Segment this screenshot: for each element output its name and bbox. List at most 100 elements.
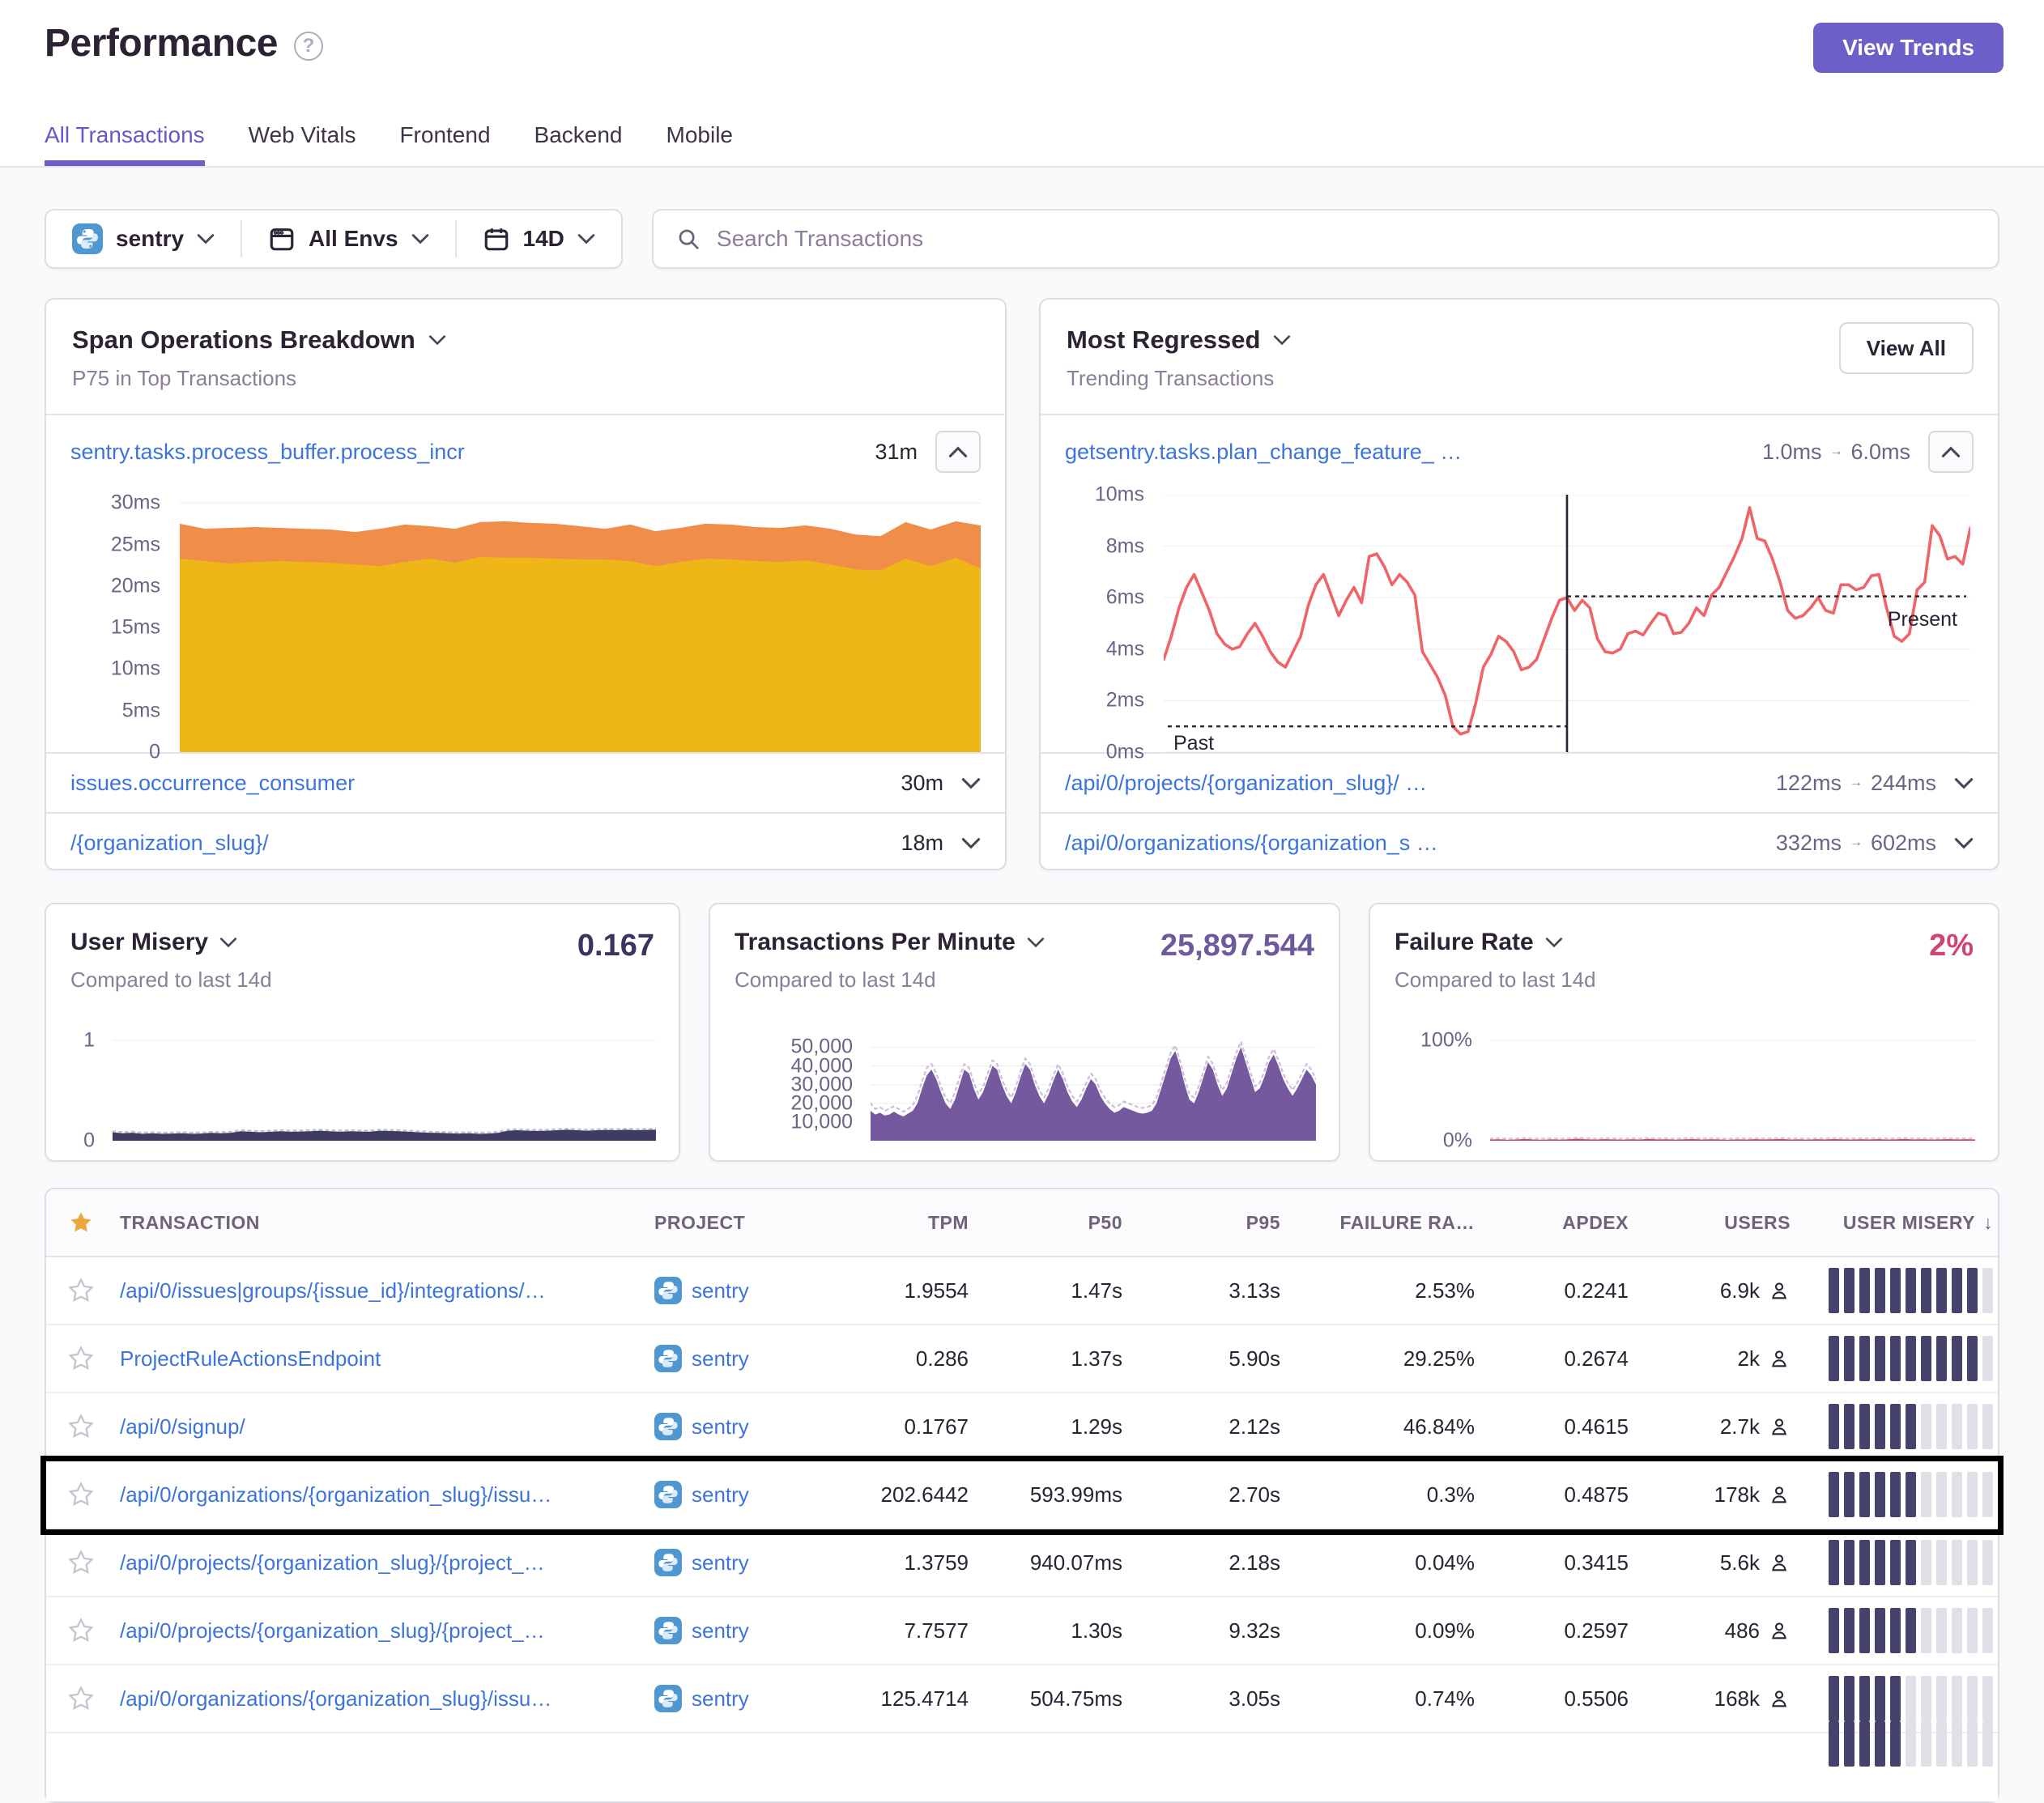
chevron-down-icon	[1954, 777, 1974, 789]
column-header-users[interactable]: USERS	[1633, 1212, 1795, 1234]
chevron-down-icon	[411, 233, 429, 245]
python-icon	[654, 1685, 682, 1712]
project-link[interactable]: sentry	[692, 1346, 749, 1371]
project-link[interactable]: sentry	[692, 1618, 749, 1644]
transaction-link[interactable]: /api/0/signup/	[120, 1414, 645, 1439]
user-misery-value: 0.167	[577, 929, 654, 993]
user-misery-bars	[1829, 1608, 1993, 1653]
failure-rate-value: 0.3%	[1285, 1482, 1480, 1507]
project-link[interactable]: sentry	[692, 1550, 749, 1575]
project-link[interactable]: sentry	[692, 1414, 749, 1439]
user-misery-title-row[interactable]: User Misery	[70, 929, 272, 956]
calendar-icon	[483, 225, 510, 253]
apdex-value: 0.2241	[1480, 1278, 1633, 1303]
p50-value: 1.30s	[973, 1618, 1127, 1644]
transaction-link[interactable]: /api/0/projects/{organization_slug}/{pro…	[120, 1618, 645, 1644]
help-icon[interactable]: ?	[294, 32, 323, 61]
chevron-up-icon	[948, 446, 968, 458]
arrow-right-icon: →	[1829, 444, 1842, 459]
project-link[interactable]: sentry	[692, 1482, 749, 1507]
project-link[interactable]: sentry	[692, 1278, 749, 1303]
table-row[interactable]: /api/0/signup/sentry0.17671.29s2.12s46.8…	[46, 1393, 1998, 1461]
column-header-user-misery[interactable]: USER MISERY ↓	[1795, 1212, 1998, 1234]
column-header-p95[interactable]: P95	[1127, 1212, 1285, 1234]
table-row[interactable]: /api/0/projects/{organization_slug}/{pro…	[46, 1597, 1998, 1665]
expand-button[interactable]	[961, 837, 981, 849]
user-misery-bars	[1829, 1676, 1993, 1721]
python-icon	[654, 1549, 682, 1576]
tab-web-vitals[interactable]: Web Vitals	[249, 122, 356, 166]
users-value: 168k	[1633, 1686, 1795, 1712]
transaction-link[interactable]: /api/0/organizations/{organization_slug}…	[120, 1686, 645, 1712]
column-header-apdex[interactable]: APDEX	[1480, 1212, 1633, 1234]
tab-all-transactions[interactable]: All Transactions	[45, 122, 205, 166]
p95-value: 3.13s	[1127, 1278, 1285, 1303]
collapse-button[interactable]	[935, 431, 981, 473]
user-icon	[1768, 1619, 1791, 1642]
date-range-filter[interactable]: 14D	[457, 210, 621, 267]
regressed-link[interactable]: /api/0/organizations/{organization_s …	[1065, 831, 1760, 856]
regressed-to: 244ms	[1871, 771, 1936, 796]
tab-frontend[interactable]: Frontend	[399, 122, 490, 166]
axis-tick-label: 15ms	[111, 616, 160, 640]
favorite-star-icon[interactable]	[67, 1413, 95, 1440]
column-header-p50[interactable]: P50	[973, 1212, 1127, 1234]
chevron-down-icon	[961, 777, 981, 789]
project-filter[interactable]: sentry	[46, 210, 241, 267]
favorite-star-icon[interactable]	[67, 1345, 95, 1372]
user-misery-bars	[1829, 1336, 1993, 1381]
sort-descending-icon: ↓	[1983, 1212, 1993, 1234]
span-op-link[interactable]: issues.occurrence_consumer	[70, 771, 884, 796]
axis-tick-label: 6ms	[1106, 586, 1144, 610]
star-icon[interactable]	[68, 1210, 94, 1235]
column-header-project[interactable]: PROJECT	[649, 1212, 832, 1234]
regressed-link[interactable]: getsentry.tasks.plan_change_feature_ …	[1065, 440, 1746, 465]
expand-button[interactable]	[1954, 837, 1974, 849]
search-box[interactable]	[652, 209, 1999, 269]
transaction-link[interactable]: /api/0/projects/{organization_slug}/{pro…	[120, 1550, 645, 1575]
table-row[interactable]: /api/0/issues|groups/{issue_id}/integrat…	[46, 1257, 1998, 1325]
expand-button[interactable]	[961, 777, 981, 789]
column-header-failure-rate[interactable]: FAILURE RA…	[1285, 1212, 1480, 1234]
failure-rate-value: 29.25%	[1285, 1346, 1480, 1371]
view-all-button[interactable]: View All	[1839, 322, 1974, 374]
transaction-link[interactable]: /api/0/organizations/{organization_slug}…	[120, 1482, 645, 1507]
favorite-star-icon[interactable]	[67, 1617, 95, 1644]
apdex-value: 0.2674	[1480, 1346, 1633, 1371]
expand-button[interactable]	[1954, 777, 1974, 789]
project-link[interactable]: sentry	[692, 1686, 749, 1712]
failure-rate-title-row[interactable]: Failure Rate	[1395, 929, 1596, 956]
transaction-link[interactable]: ProjectRuleActionsEndpoint	[120, 1346, 645, 1371]
regressed-title-row[interactable]: Most Regressed	[1067, 325, 1972, 355]
table-row[interactable]	[46, 1733, 1998, 1801]
regressed-link[interactable]: /api/0/projects/{organization_slug}/ …	[1065, 771, 1760, 796]
chevron-down-icon	[428, 334, 446, 346]
users-value: 2k	[1633, 1346, 1795, 1371]
favorite-star-icon[interactable]	[67, 1685, 95, 1712]
span-op-link[interactable]: /{organization_slug}/	[70, 831, 884, 856]
transaction-link[interactable]: /api/0/issues|groups/{issue_id}/integrat…	[120, 1278, 645, 1303]
tab-mobile[interactable]: Mobile	[666, 122, 733, 166]
favorite-star-icon[interactable]	[67, 1277, 95, 1304]
axis-tick-label: 0	[149, 741, 160, 764]
table-row[interactable]: /api/0/organizations/{organization_slug}…	[46, 1461, 1998, 1529]
table-row[interactable]: /api/0/projects/{organization_slug}/{pro…	[46, 1529, 1998, 1597]
favorite-star-icon[interactable]	[67, 1481, 95, 1508]
collapse-button[interactable]	[1928, 431, 1974, 473]
favorite-star-icon[interactable]	[67, 1549, 95, 1576]
transactions-table: TRANSACTION PROJECT TPM P50 P95 FAILURE …	[45, 1188, 1999, 1803]
tpm-title-row[interactable]: Transactions Per Minute	[735, 929, 1045, 956]
view-trends-button[interactable]: View Trends	[1813, 23, 2004, 73]
table-row[interactable]: /api/0/organizations/{organization_slug}…	[46, 1665, 1998, 1733]
environment-filter[interactable]: All Envs	[242, 210, 454, 267]
user-misery-bars	[1829, 1721, 1993, 1767]
span-op-link[interactable]: sentry.tasks.process_buffer.process_incr	[70, 440, 858, 465]
table-row[interactable]: ProjectRuleActionsEndpointsentry0.2861.3…	[46, 1325, 1998, 1393]
search-input[interactable]	[717, 226, 1975, 252]
span-op-row: issues.occurrence_consumer 30m	[46, 752, 1005, 812]
column-header-tpm[interactable]: TPM	[832, 1212, 973, 1234]
span-ops-title-row[interactable]: Span Operations Breakdown	[72, 325, 979, 355]
p50-value: 1.29s	[973, 1414, 1127, 1439]
column-header-transaction[interactable]: TRANSACTION	[115, 1212, 649, 1234]
tab-backend[interactable]: Backend	[534, 122, 623, 166]
